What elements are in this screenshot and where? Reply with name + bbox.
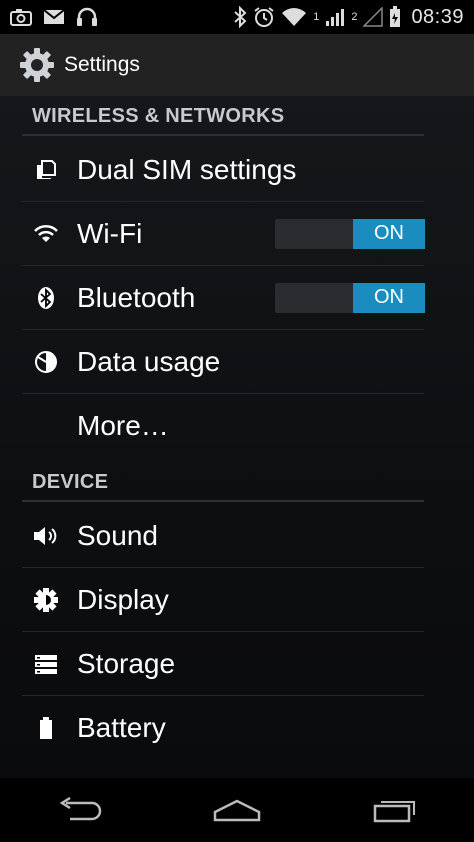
sim2-label: 2 [351,11,358,23]
speaker-icon [32,522,60,550]
settings-item-wifi[interactable]: Wi-Fi ON [22,202,425,266]
wifi-icon [32,220,60,248]
data-usage-icon [32,348,60,376]
settings-item-label: Data usage [77,345,221,377]
headphones-icon [77,7,97,26]
mail-icon [43,9,65,24]
settings-item-label: Battery [77,712,166,743]
settings-item-sound[interactable]: Sound [22,504,424,568]
toggle-state: ON [353,218,425,249]
settings-item-storage[interactable]: Storage [22,632,424,696]
signal-icon [326,9,345,26]
back-button[interactable] [49,790,109,830]
section-header-device: DEVICE [22,462,424,502]
wifi-toggle[interactable]: ON [275,218,425,249]
toggle-state: ON [353,282,425,313]
settings-item-label: Bluetooth [77,281,196,313]
settings-item-label: Display [77,583,169,615]
bluetooth-icon [234,6,247,28]
signal-icon [363,7,384,27]
bluetooth-icon [32,284,60,312]
settings-item-more[interactable]: More… [22,394,424,458]
settings-item-battery[interactable]: Battery [22,696,424,760]
bluetooth-toggle[interactable]: ON [275,282,425,313]
section-header-wireless: WIRELESS & NETWORKS [22,96,424,136]
settings-item-display[interactable]: Display [22,568,424,632]
alarm-icon [254,7,274,27]
recents-icon [373,801,415,823]
section-header-label: DEVICE [32,471,109,493]
storage-icon [32,650,60,678]
settings-item-label: Dual SIM settings [77,153,297,185]
camera-icon [10,9,32,26]
home-button[interactable] [207,790,267,830]
back-icon [59,797,102,821]
settings-item-dual-sim[interactable]: Dual SIM settings [22,138,424,202]
navigation-bar [0,778,474,842]
sim-card-icon [32,156,60,184]
recents-button[interactable] [365,790,425,830]
sim1-label: 1 [313,11,320,23]
wifi-icon [282,8,307,26]
brightness-icon [32,586,60,614]
status-bar: 1 2 08:39 [0,0,474,34]
battery-icon [390,6,401,27]
battery-icon [32,714,60,742]
action-bar: Settings [0,34,474,96]
settings-item-bluetooth[interactable]: Bluetooth ON [22,266,425,330]
settings-item-label: Wi-Fi [77,217,143,249]
settings-item-label: Storage [77,647,176,679]
settings-gear-icon[interactable] [19,47,55,83]
settings-item-data-usage[interactable]: Data usage [22,330,424,394]
section-header-label: WIRELESS & NETWORKS [32,105,285,127]
settings-list: WIRELESS & NETWORKS Dual SIM settings Wi… [0,96,474,778]
home-icon [213,799,261,822]
settings-item-label: Sound [77,519,158,551]
settings-item-label: More… [77,410,169,441]
clock: 08:39 [411,5,464,28]
page-title: Settings [64,53,140,76]
